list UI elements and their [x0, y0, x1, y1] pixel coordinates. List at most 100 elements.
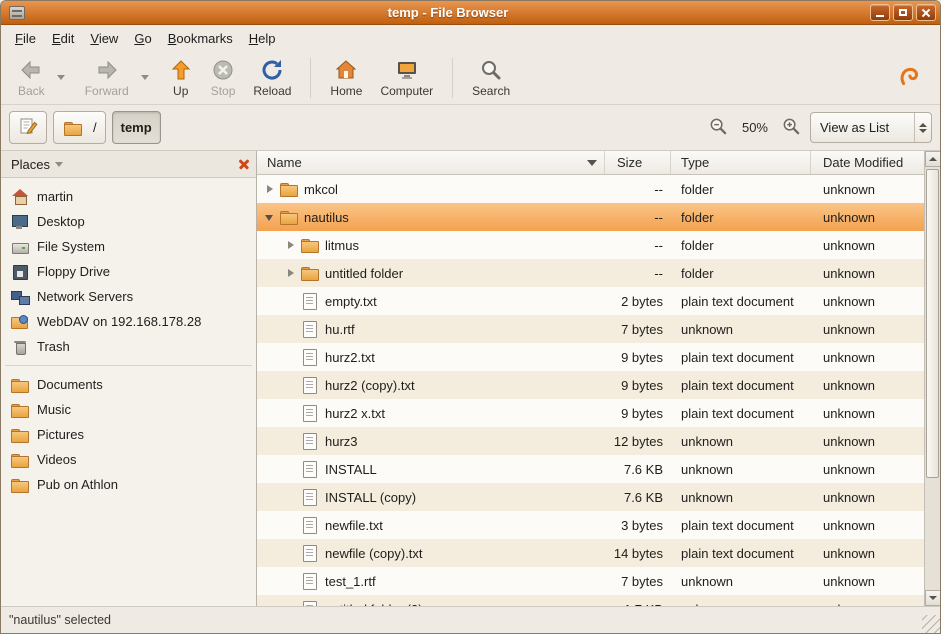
- edit-location-button[interactable]: [9, 111, 47, 144]
- up-button[interactable]: Up: [160, 54, 202, 101]
- sidebar-item-label: File System: [37, 239, 105, 254]
- zoom-in-button[interactable]: [778, 114, 804, 142]
- expander-icon[interactable]: [263, 210, 278, 224]
- close-button[interactable]: [916, 4, 936, 21]
- file-modified: unknown: [811, 287, 924, 315]
- file-size: 1.7 KB: [605, 595, 671, 606]
- sidebar-item-label: WebDAV on 192.168.178.28: [37, 314, 201, 329]
- file-modified: unknown: [811, 231, 924, 259]
- sidebar-item[interactable]: martin: [1, 184, 256, 209]
- scroll-down-button[interactable]: [925, 590, 941, 606]
- expander-icon[interactable]: [263, 182, 278, 196]
- expander-icon[interactable]: [284, 238, 299, 252]
- path-root-button[interactable]: /: [53, 111, 106, 144]
- menu-bookmarks[interactable]: Bookmarks: [160, 28, 241, 49]
- file-row[interactable]: newfile.txt 3 bytes plain text document …: [257, 511, 924, 539]
- sidebar-item[interactable]: Desktop: [1, 209, 256, 234]
- column-header-modified[interactable]: Date Modified: [811, 151, 924, 174]
- zoom-in-icon: [782, 117, 801, 139]
- column-header-name[interactable]: Name: [257, 151, 605, 174]
- file-modified: unknown: [811, 511, 924, 539]
- file-icon: [301, 433, 319, 449]
- forward-dropdown[interactable]: [138, 56, 152, 100]
- file-row[interactable]: hurz3 12 bytes unknown unknown: [257, 427, 924, 455]
- file-type: folder: [671, 203, 811, 231]
- back-label: Back: [18, 84, 45, 98]
- file-row[interactable]: INSTALL 7.6 KB unknown unknown: [257, 455, 924, 483]
- menu-go[interactable]: Go: [126, 28, 159, 49]
- stop-icon: [211, 57, 235, 83]
- file-row[interactable]: hurz2 x.txt 9 bytes plain text document …: [257, 399, 924, 427]
- scrollbar-thumb[interactable]: [926, 169, 939, 478]
- menu-help[interactable]: Help: [241, 28, 284, 49]
- zoom-level: 50%: [738, 120, 772, 135]
- sidebar-item-label: Music: [37, 402, 71, 417]
- maximize-button[interactable]: [893, 4, 913, 21]
- file-row[interactable]: untitled folder (2) 1.7 KB unknown unkno…: [257, 595, 924, 606]
- file-row[interactable]: hurz2.txt 9 bytes plain text document un…: [257, 343, 924, 371]
- computer-label: Computer: [380, 84, 433, 98]
- file-row[interactable]: newfile (copy).txt 14 bytes plain text d…: [257, 539, 924, 567]
- file-row[interactable]: litmus -- folder unknown: [257, 231, 924, 259]
- path-current-button[interactable]: temp: [112, 111, 161, 144]
- scroll-up-button[interactable]: [925, 151, 941, 167]
- home-button[interactable]: Home: [321, 54, 371, 101]
- vertical-scrollbar[interactable]: [924, 151, 940, 606]
- sidebar-item[interactable]: Pub on Athlon: [1, 472, 256, 497]
- expander-icon[interactable]: [284, 266, 299, 280]
- file-row[interactable]: hurz2 (copy).txt 9 bytes plain text docu…: [257, 371, 924, 399]
- file-size: 7 bytes: [605, 315, 671, 343]
- file-row[interactable]: nautilus -- folder unknown: [257, 203, 924, 231]
- file-type: unknown: [671, 315, 811, 343]
- view-mode-value: View as List: [811, 113, 914, 142]
- file-name: empty.txt: [325, 294, 377, 309]
- file-modified: unknown: [811, 483, 924, 511]
- close-sidebar-button[interactable]: [238, 158, 250, 170]
- sidebar-item[interactable]: Trash: [1, 334, 256, 359]
- file-row[interactable]: hu.rtf 7 bytes unknown unknown: [257, 315, 924, 343]
- file-row[interactable]: mkcol -- folder unknown: [257, 175, 924, 203]
- file-name-cell: hu.rtf: [257, 315, 605, 343]
- sidebar-item[interactable]: Videos: [1, 447, 256, 472]
- sidebar-item-label: martin: [37, 189, 73, 204]
- zoom-out-button[interactable]: [706, 114, 732, 142]
- file-name: test_1.rtf: [325, 574, 376, 589]
- arrow-down-icon: [929, 596, 937, 600]
- sidebar-item[interactable]: Pictures: [1, 422, 256, 447]
- file-name: hu.rtf: [325, 322, 355, 337]
- sidebar-item[interactable]: Network Servers: [1, 284, 256, 309]
- computer-button[interactable]: Computer: [371, 54, 442, 101]
- file-row[interactable]: empty.txt 2 bytes plain text document un…: [257, 287, 924, 315]
- places-header[interactable]: Places: [1, 151, 256, 178]
- menu-edit[interactable]: Edit: [44, 28, 82, 49]
- resize-grip[interactable]: [922, 615, 940, 633]
- sidebar-item[interactable]: File System: [1, 234, 256, 259]
- file-name: newfile.txt: [325, 518, 383, 533]
- menu-file[interactable]: File: [7, 28, 44, 49]
- sidebar-item[interactable]: Documents: [1, 372, 256, 397]
- minimize-button[interactable]: [870, 4, 890, 21]
- main-area: Places martin Desktop File System Floppy…: [1, 151, 940, 606]
- file-row[interactable]: test_1.rtf 7 bytes unknown unknown: [257, 567, 924, 595]
- forward-button[interactable]: Forward: [76, 54, 138, 101]
- sidebar-item[interactable]: Floppy Drive: [1, 259, 256, 284]
- menu-view[interactable]: View: [82, 28, 126, 49]
- file-modified: unknown: [811, 203, 924, 231]
- back-dropdown[interactable]: [54, 56, 68, 100]
- reload-button[interactable]: Reload: [244, 54, 300, 101]
- column-header-size[interactable]: Size: [605, 151, 671, 174]
- sidebar-item[interactable]: WebDAV on 192.168.178.28: [1, 309, 256, 334]
- file-row[interactable]: INSTALL (copy) 7.6 KB unknown unknown: [257, 483, 924, 511]
- search-button[interactable]: Search: [463, 54, 519, 101]
- sidebar-item-label: Pub on Athlon: [37, 477, 118, 492]
- titlebar[interactable]: temp - File Browser: [1, 1, 940, 25]
- view-mode-select[interactable]: View as List: [810, 112, 932, 143]
- column-header-type[interactable]: Type: [671, 151, 811, 174]
- sidebar-item[interactable]: Music: [1, 397, 256, 422]
- back-button[interactable]: Back: [9, 54, 54, 101]
- folder-icon: [11, 377, 29, 393]
- file-row[interactable]: untitled folder -- folder unknown: [257, 259, 924, 287]
- stop-button[interactable]: Stop: [202, 54, 245, 101]
- floppy-icon: [11, 264, 29, 280]
- sidebar-item-label: Documents: [37, 377, 103, 392]
